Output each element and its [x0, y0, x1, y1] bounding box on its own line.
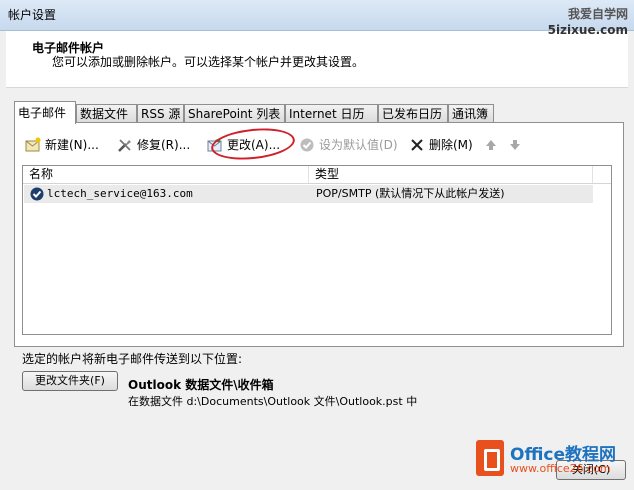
column-header-type[interactable]: 类型 — [309, 166, 593, 183]
watermark-top-url: 5izixue.com — [547, 23, 628, 37]
new-button[interactable]: 新建(N)... — [25, 135, 99, 155]
watermark-bottom: Office教程网 www.office26.com — [470, 436, 634, 490]
header-section: 电子邮件帐户 您可以添加或删除帐户。可以选择某个帐户并更改其设置。 — [6, 31, 628, 88]
change-button[interactable]: 更改(A)... — [207, 135, 280, 155]
tools-icon — [117, 137, 133, 153]
check-circle-icon — [299, 137, 315, 153]
move-down-button[interactable] — [507, 135, 527, 155]
office-logo-icon — [476, 440, 504, 476]
tab-rss-feeds[interactable]: RSS 源 — [137, 104, 184, 122]
account-list[interactable]: 名称 类型 lctech_service@163.com POP/SMTP (默… — [22, 165, 612, 335]
account-type: POP/SMTP (默认情况下从此帐户发送) — [316, 187, 505, 200]
tab-email[interactable]: 电子邮件 — [14, 101, 76, 124]
watermark-url: www.office26.com — [510, 462, 611, 475]
repair-button-label: 修复(R)... — [137, 138, 191, 152]
watermark-top-name: 我爱自学网 — [567, 7, 628, 21]
delivery-folder: Outlook 数据文件\收件箱 — [128, 378, 274, 392]
arrow-up-icon — [483, 137, 499, 153]
window-title: 帐户设置 — [8, 8, 57, 22]
default-check-icon — [29, 186, 45, 202]
list-header: 名称 类型 — [23, 166, 611, 184]
page-description: 您可以添加或删除帐户。可以选择某个帐户并更改其设置。 — [52, 55, 365, 69]
change-button-label: 更改(A)... — [227, 138, 281, 152]
account-settings-window: 帐户设置 我爱自学网 5izixue.com 电子邮件帐户 您可以添加或删除帐户… — [0, 0, 634, 490]
watermark-top: 我爱自学网 5izixue.com — [548, 6, 628, 38]
tab-panel-email: 新建(N)... 修复(R)... 更改(A)... 设为默认值(D) 删除(M… — [14, 122, 624, 347]
arrow-down-icon — [507, 137, 523, 153]
change-folder-button[interactable]: 更改文件夹(F) — [22, 371, 118, 391]
remove-button[interactable]: 删除(M) — [409, 135, 473, 155]
move-up-button[interactable] — [483, 135, 503, 155]
delivery-path: 在数据文件 d:\Documents\Outlook 文件\Outlook.ps… — [128, 395, 418, 408]
tab-sharepoint-lists[interactable]: SharePoint 列表 — [184, 104, 285, 122]
title-bar: 帐户设置 — [0, 0, 634, 31]
remove-button-label: 删除(M) — [429, 138, 473, 152]
tab-published-calendars[interactable]: 已发布日历 — [378, 104, 448, 122]
set-default-button-label: 设为默认值(D) — [319, 138, 398, 152]
column-header-name[interactable]: 名称 — [23, 166, 309, 183]
repair-button[interactable]: 修复(R)... — [117, 135, 190, 155]
new-icon — [25, 137, 41, 153]
tab-internet-calendars[interactable]: Internet 日历 — [285, 104, 378, 122]
tab-address-books[interactable]: 通讯簿 — [448, 104, 494, 122]
table-row[interactable]: lctech_service@163.com POP/SMTP (默认情况下从此… — [24, 185, 593, 203]
set-default-button[interactable]: 设为默认值(D) — [299, 135, 398, 155]
account-name: lctech_service@163.com — [47, 187, 193, 200]
tab-data-files[interactable]: 数据文件 — [76, 104, 137, 122]
new-button-label: 新建(N)... — [45, 138, 99, 152]
delivery-label: 选定的帐户将新电子邮件传送到以下位置: — [22, 352, 243, 366]
change-icon — [207, 137, 223, 153]
x-icon — [409, 137, 425, 153]
